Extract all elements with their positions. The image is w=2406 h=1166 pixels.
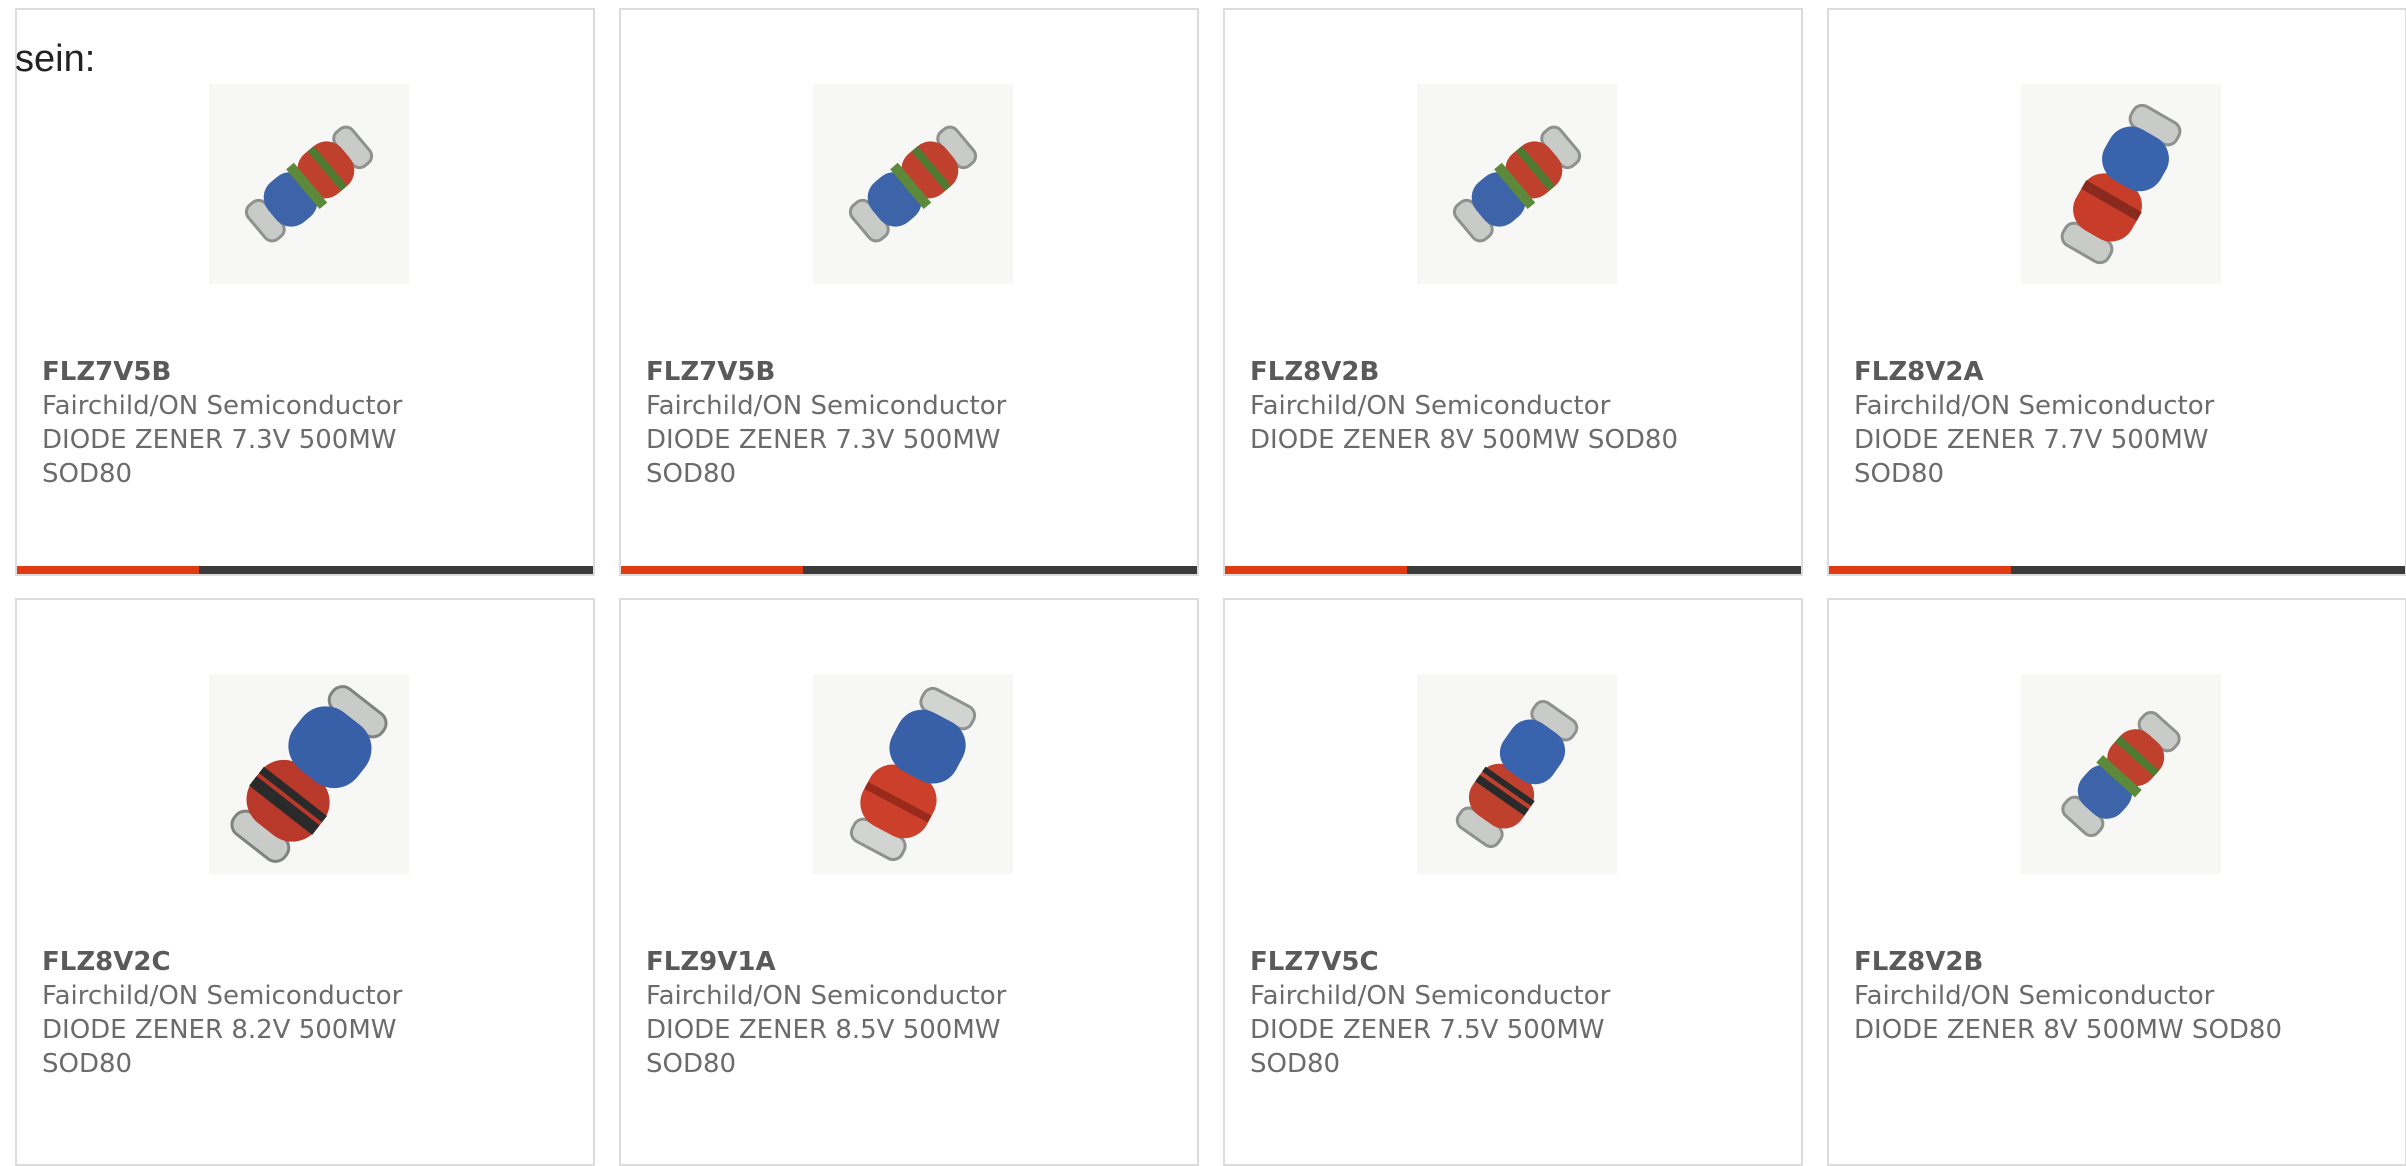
manufacturer: Fairchild/ON Semiconductor: [1854, 391, 2215, 421]
product-info: FLZ7V5C Fairchild/ON Semiconductor DIODE…: [1250, 945, 1770, 1081]
zener-diode-small-icon[interactable]: [2021, 674, 2221, 874]
zener-diode-red-icon[interactable]: [2021, 84, 2221, 284]
zener-diode-small-icon[interactable]: [209, 84, 409, 284]
part-number[interactable]: FLZ8V2A: [1854, 355, 2374, 389]
card-hover-accent: [1829, 566, 2011, 574]
product-info: FLZ8V2B Fairchild/ON Semiconductor DIODE…: [1854, 945, 2374, 1047]
description-line-1: DIODE ZENER 8.2V 500MW: [42, 1015, 397, 1045]
card-hover-bar: [1829, 566, 2405, 574]
product-card[interactable]: FLZ8V2B Fairchild/ON Semiconductor DIODE…: [1827, 598, 2406, 1166]
description-line-2: SOD80: [1250, 1049, 1341, 1079]
description-line-1: DIODE ZENER 8V 500MW SOD80: [1250, 425, 1679, 455]
zener-diode-red-icon[interactable]: [813, 674, 1013, 874]
product-card[interactable]: FLZ8V2C Fairchild/ON Semiconductor DIODE…: [15, 598, 595, 1166]
description-line-2: SOD80: [646, 1049, 737, 1079]
manufacturer: Fairchild/ON Semiconductor: [1854, 981, 2215, 1011]
intro-text: sein:: [15, 38, 96, 80]
manufacturer: Fairchild/ON Semiconductor: [1250, 981, 1611, 1011]
manufacturer: Fairchild/ON Semiconductor: [42, 981, 403, 1011]
part-number[interactable]: FLZ8V2B: [1854, 945, 2374, 979]
part-number[interactable]: FLZ7V5C: [1250, 945, 1770, 979]
manufacturer: Fairchild/ON Semiconductor: [1250, 391, 1611, 421]
part-number[interactable]: FLZ7V5B: [646, 355, 1166, 389]
card-hover-bar: [17, 566, 593, 574]
part-number[interactable]: FLZ8V2B: [1250, 355, 1770, 389]
card-hover-accent: [621, 566, 803, 574]
part-number[interactable]: FLZ9V1A: [646, 945, 1166, 979]
description-line-1: DIODE ZENER 7.3V 500MW: [42, 425, 397, 455]
description-line-2: SOD80: [42, 1049, 133, 1079]
description-line-2: SOD80: [42, 459, 133, 489]
part-number[interactable]: FLZ7V5B: [42, 355, 562, 389]
description-line-2: SOD80: [646, 459, 737, 489]
product-info: FLZ9V1A Fairchild/ON Semiconductor DIODE…: [646, 945, 1166, 1081]
description-line-1: DIODE ZENER 7.3V 500MW: [646, 425, 1001, 455]
product-card[interactable]: FLZ7V5B Fairchild/ON Semiconductor DIODE…: [15, 8, 595, 576]
product-info: FLZ8V2A Fairchild/ON Semiconductor DIODE…: [1854, 355, 2374, 491]
product-info: FLZ7V5B Fairchild/ON Semiconductor DIODE…: [646, 355, 1166, 491]
zener-diode-red-icon[interactable]: [1417, 674, 1617, 874]
description-line-1: DIODE ZENER 8V 500MW SOD80: [1854, 1015, 2283, 1045]
zener-diode-small-icon[interactable]: [813, 84, 1013, 284]
part-number[interactable]: FLZ8V2C: [42, 945, 562, 979]
zener-diode-small-icon[interactable]: [1417, 84, 1617, 284]
product-info: FLZ8V2B Fairchild/ON Semiconductor DIODE…: [1250, 355, 1770, 457]
product-card[interactable]: FLZ8V2A Fairchild/ON Semiconductor DIODE…: [1827, 8, 2406, 576]
description-line-1: DIODE ZENER 7.7V 500MW: [1854, 425, 2209, 455]
product-card[interactable]: FLZ9V1A Fairchild/ON Semiconductor DIODE…: [619, 598, 1199, 1166]
product-info: FLZ7V5B Fairchild/ON Semiconductor DIODE…: [42, 355, 562, 491]
manufacturer: Fairchild/ON Semiconductor: [42, 391, 403, 421]
card-hover-bar: [1225, 566, 1801, 574]
product-info: FLZ8V2C Fairchild/ON Semiconductor DIODE…: [42, 945, 562, 1081]
manufacturer: Fairchild/ON Semiconductor: [646, 391, 1007, 421]
card-hover-bar: [621, 566, 1197, 574]
description-line-1: DIODE ZENER 7.5V 500MW: [1250, 1015, 1605, 1045]
product-card[interactable]: FLZ7V5B Fairchild/ON Semiconductor DIODE…: [619, 8, 1199, 576]
product-card[interactable]: FLZ7V5C Fairchild/ON Semiconductor DIODE…: [1223, 598, 1803, 1166]
card-hover-accent: [1225, 566, 1407, 574]
product-grid: FLZ7V5B Fairchild/ON Semiconductor DIODE…: [15, 8, 2406, 1166]
zener-diode-large-icon[interactable]: [209, 674, 409, 874]
card-hover-accent: [17, 566, 199, 574]
product-card[interactable]: FLZ8V2B Fairchild/ON Semiconductor DIODE…: [1223, 8, 1803, 576]
description-line-1: DIODE ZENER 8.5V 500MW: [646, 1015, 1001, 1045]
description-line-2: SOD80: [1854, 459, 1945, 489]
manufacturer: Fairchild/ON Semiconductor: [646, 981, 1007, 1011]
